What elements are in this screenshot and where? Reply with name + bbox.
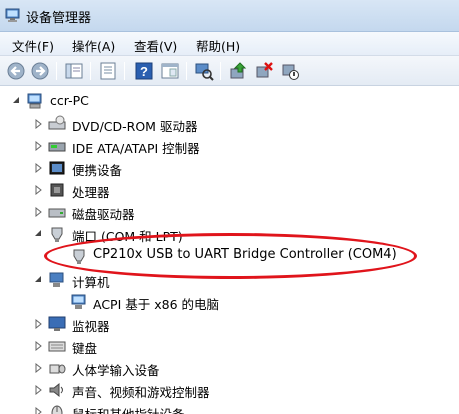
device-tree: ccr-PC DVD/CD-ROM 驱动器 IDE ATA/ATAPI 控制器 …: [0, 86, 459, 414]
tree-item-monitor[interactable]: 监视器: [0, 313, 459, 335]
expand-arrow-icon[interactable]: [34, 319, 43, 329]
help-icon[interactable]: ?: [134, 61, 154, 81]
tree-item-portable[interactable]: 便携设备: [0, 157, 459, 179]
tree-item-label: IDE ATA/ATAPI 控制器: [72, 141, 200, 156]
console-tree-icon[interactable]: [64, 61, 84, 81]
menu-action[interactable]: 操作(A): [70, 36, 117, 55]
tree-item-dvd[interactable]: DVD/CD-ROM 驱动器: [0, 113, 459, 135]
port-device-icon: [73, 249, 85, 264]
tree-item-mouse[interactable]: 鼠标和其他指针设备: [0, 401, 459, 414]
tree-item-label: 端口 (COM 和 LPT): [72, 229, 183, 244]
port-icon: [51, 227, 63, 242]
properties-icon[interactable]: [98, 61, 118, 81]
menu-bar: 文件(F) 操作(A) 查看(V) 帮助(H): [0, 32, 459, 56]
disable-device-icon[interactable]: [280, 61, 300, 81]
computer-root-icon: [27, 93, 42, 109]
forward-arrow-icon[interactable]: [30, 61, 50, 81]
processor-icon: [50, 183, 64, 197]
tree-item-label: 处理器: [72, 185, 110, 200]
tree-item-label: 计算机: [72, 275, 110, 290]
device-manager-icon: [5, 8, 20, 22]
toolbar-separator: [220, 62, 221, 80]
expand-arrow-icon[interactable]: [34, 407, 43, 414]
tree-item-keyboard[interactable]: 键盘: [0, 335, 459, 357]
collapse-arrow-icon[interactable]: [12, 96, 21, 106]
menu-help[interactable]: 帮助(H): [194, 36, 242, 55]
expand-arrow-icon[interactable]: [34, 385, 43, 395]
collapse-arrow-icon[interactable]: [34, 275, 43, 285]
expand-arrow-icon[interactable]: [34, 363, 43, 373]
pc-icon: [71, 294, 86, 309]
tree-item-label: 键盘: [72, 341, 98, 356]
tree-item-acpi[interactable]: ACPI 基于 x86 的电脑: [0, 291, 459, 313]
expand-arrow-icon[interactable]: [34, 141, 43, 151]
uninstall-icon[interactable]: [254, 61, 274, 81]
toolbar-separator: [90, 62, 91, 80]
hid-icon: [49, 364, 66, 374]
tree-item-sound[interactable]: 声音、视频和游戏控制器: [0, 379, 459, 401]
sound-icon: [49, 382, 63, 398]
tree-item-computer[interactable]: 计算机: [0, 269, 459, 291]
tree-item-label: 鼠标和其他指针设备: [72, 404, 185, 414]
root-label: ccr-PC: [50, 93, 89, 108]
computer-icon: [49, 272, 64, 287]
dvd-drive-icon: [48, 115, 66, 130]
expand-arrow-icon[interactable]: [34, 341, 43, 351]
expand-arrow-icon[interactable]: [34, 185, 43, 195]
toolbar-separator: [186, 62, 187, 80]
tree-item-processor[interactable]: 处理器: [0, 179, 459, 201]
tree-item-label: 声音、视频和游戏控制器: [72, 385, 210, 400]
mouse-icon: [51, 405, 63, 414]
tree-item-disk[interactable]: 磁盘驱动器: [0, 201, 459, 223]
title-bar: 设备管理器: [0, 0, 459, 32]
portable-device-icon: [49, 161, 65, 175]
update-driver-icon[interactable]: [228, 61, 248, 81]
ide-controller-icon: [48, 142, 66, 152]
tree-item-ide[interactable]: IDE ATA/ATAPI 控制器: [0, 135, 459, 157]
tree-item-label: DVD/CD-ROM 驱动器: [72, 119, 198, 134]
tree-item-label: 人体学输入设备: [72, 363, 160, 378]
menu-file[interactable]: 文件(F): [10, 36, 56, 55]
svg-text:?: ?: [140, 64, 148, 79]
keyboard-icon: [48, 341, 66, 352]
back-arrow-icon[interactable]: [6, 61, 26, 81]
window-title: 设备管理器: [26, 11, 92, 26]
tree-item-label: ACPI 基于 x86 的电脑: [93, 297, 220, 312]
collapse-arrow-icon[interactable]: [34, 229, 43, 239]
tree-item-label: 便携设备: [72, 163, 123, 178]
toolbar-separator: [56, 62, 57, 80]
disk-drive-icon: [48, 208, 66, 218]
show-hide-icon[interactable]: [160, 61, 180, 81]
toolbar: ?: [0, 56, 459, 86]
tree-item-hid[interactable]: 人体学输入设备: [0, 357, 459, 379]
monitor-icon: [48, 316, 66, 331]
expand-arrow-icon[interactable]: [34, 207, 43, 217]
tree-root[interactable]: ccr-PC: [0, 90, 459, 112]
tree-item-cp210x[interactable]: CP210x USB to UART Bridge Controller (CO…: [0, 245, 459, 267]
expand-arrow-icon[interactable]: [34, 163, 43, 173]
expand-arrow-icon[interactable]: [34, 119, 43, 129]
tree-item-label: 磁盘驱动器: [72, 207, 135, 222]
tree-item-label: 监视器: [72, 319, 110, 334]
scan-hardware-icon[interactable]: [194, 61, 214, 81]
tree-item-ports[interactable]: 端口 (COM 和 LPT): [0, 223, 459, 245]
menu-view[interactable]: 查看(V): [132, 36, 179, 55]
tree-item-label: CP210x USB to UART Bridge Controller (CO…: [93, 247, 397, 262]
toolbar-separator: [124, 62, 125, 80]
